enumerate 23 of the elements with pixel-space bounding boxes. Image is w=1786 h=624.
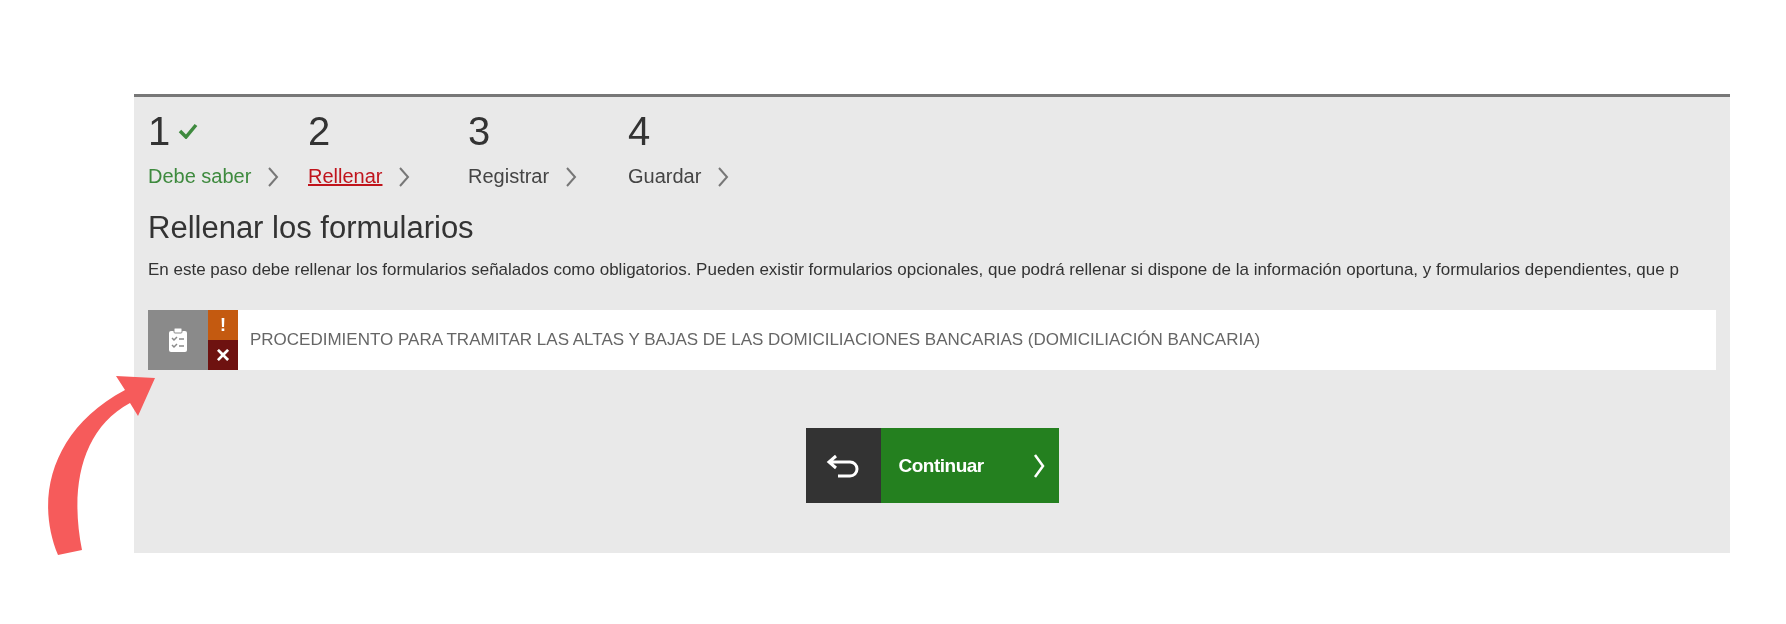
continue-button[interactable]: Continuar — [880, 428, 1059, 503]
form-row[interactable]: ! × PROCEDIMIENTO PARA TRAMITAR LAS ALTAS Y BAJAS DE LAS DOMICILIACIONES BANCARIAS (DOMICILIACIÓN BANCARIA) — [148, 310, 1716, 370]
description-text: En este paso debe rellenar los formularios señalados como obligatorios. Pueden existir formularios opcionales, que podrá rellenar si dispone de la información oportuna, y formularios dependientes, que p — [148, 260, 1680, 280]
chevron-icon — [1032, 452, 1045, 479]
step-number: 3 — [468, 109, 491, 153]
back-button[interactable] — [805, 428, 881, 503]
chevron-icon — [565, 165, 578, 188]
warning-badge: ! — [208, 310, 238, 340]
step-link[interactable]: Registrar — [468, 165, 550, 188]
chevron-icon — [398, 165, 411, 188]
step-link[interactable]: Debe saber — [148, 165, 252, 188]
step-number: 4 — [628, 109, 651, 153]
clipboard-icon — [168, 327, 188, 353]
chevron-icon — [267, 165, 280, 188]
step-link[interactable]: Rellenar — [308, 165, 383, 188]
section-heading: Rellenar los formularios — [148, 210, 475, 246]
return-arrow-icon — [826, 452, 860, 479]
form-title: PROCEDIMIENTO PARA TRAMITAR LAS ALTAS Y BAJAS DE LAS DOMICILIACIONES BANCARIAS (DOMICILIACIÓN BANCARIA) — [249, 329, 1261, 351]
step-number: 1 — [148, 109, 171, 153]
step-number: 2 — [308, 109, 331, 153]
error-badge: × — [208, 340, 238, 370]
chevron-icon — [717, 165, 730, 188]
step-link[interactable]: Guardar — [628, 165, 702, 188]
